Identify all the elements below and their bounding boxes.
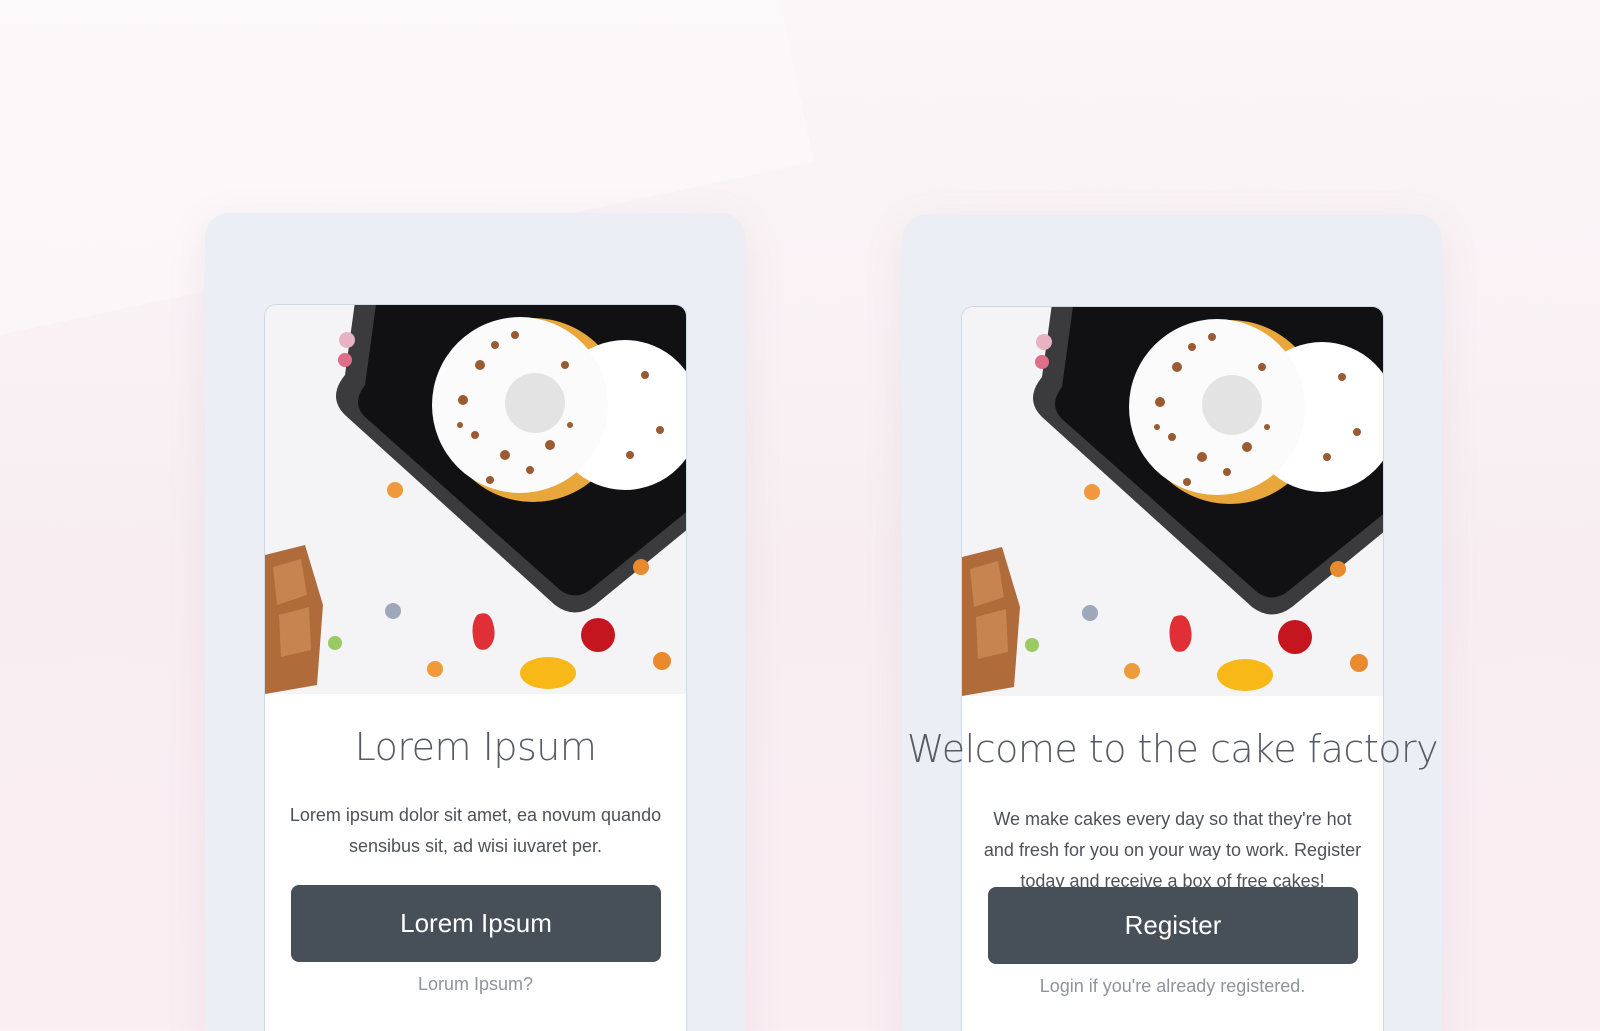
card-description: Lorem ipsum dolor sit amet, ea novum qua… [289,805,662,856]
register-button[interactable]: Register [988,887,1358,964]
donut-illustration [962,307,1383,696]
donut-hero-image [265,305,686,694]
phone-mockup-left: Lorem Ipsum Lorem ipsum dolor sit amet, … [205,213,745,1031]
primary-cta-button[interactable]: Lorem Ipsum [291,885,661,962]
secondary-link[interactable]: Lorum Ipsum? [265,974,686,995]
donut-illustration [265,305,686,694]
card-title: Lorem Ipsum [354,725,597,769]
card-description: We make cakes every day so that they're … [983,809,1362,891]
phone-mockup-right: Welcome to the cake factory We make cake… [902,215,1442,1031]
card-title: Welcome to the cake factory [906,727,1439,771]
onboarding-card: Welcome to the cake factory We make cake… [907,306,1439,1031]
login-link[interactable]: Login if you're already registered. [962,976,1383,997]
onboarding-card: Lorem Ipsum Lorem ipsum dolor sit amet, … [264,304,687,1031]
donut-hero-image [962,307,1383,696]
